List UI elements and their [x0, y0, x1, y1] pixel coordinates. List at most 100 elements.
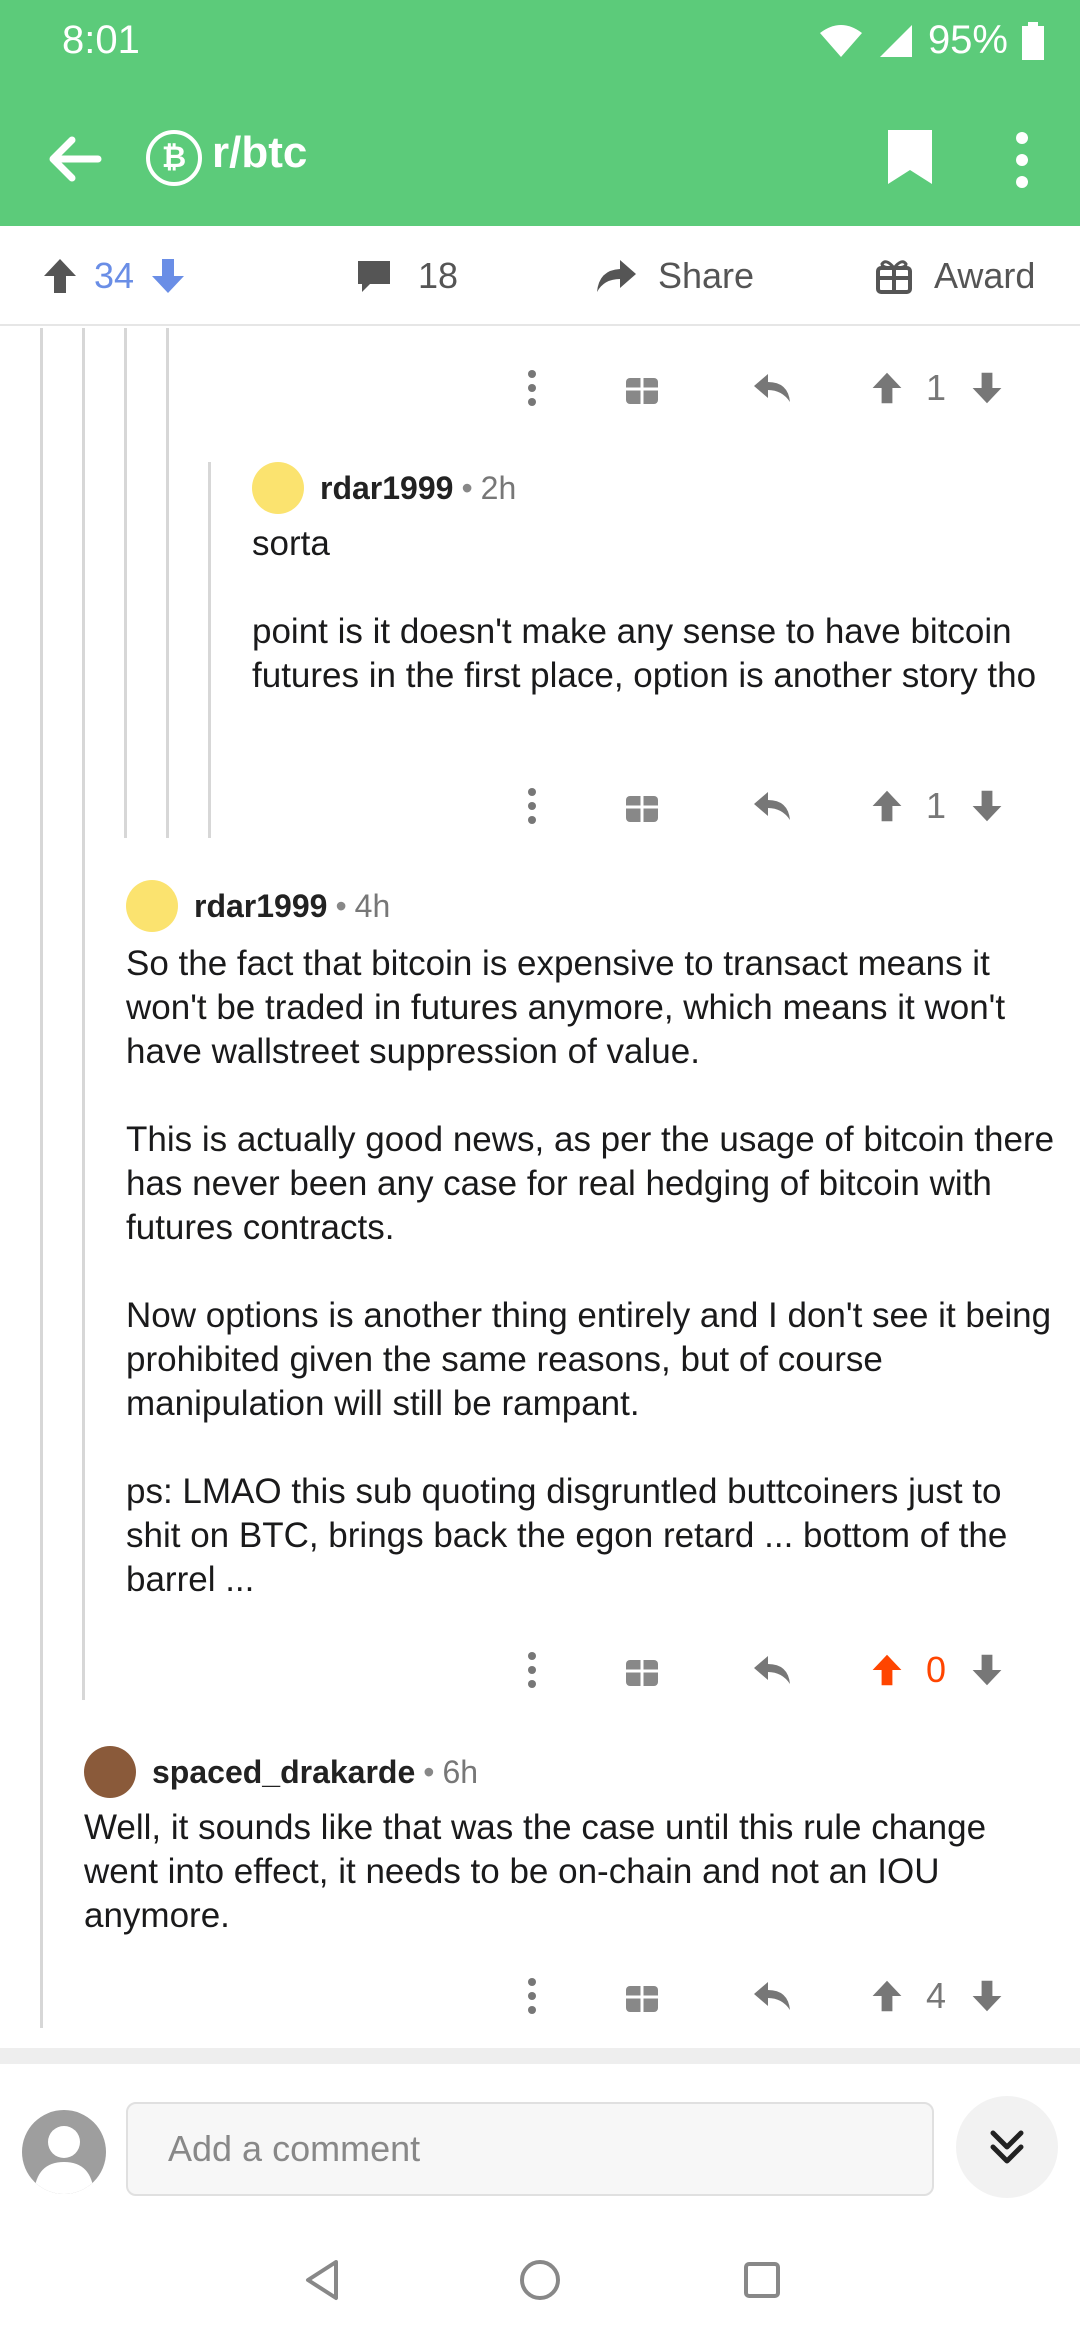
- bookmark-button[interactable]: [880, 122, 940, 192]
- comment-paragraph: ps: LMAO this sub quoting disgruntled bu…: [126, 1472, 1008, 1599]
- reply-icon: [754, 792, 790, 820]
- gift-icon: [626, 1660, 658, 1686]
- comment-reply-button[interactable]: [742, 776, 802, 836]
- user-avatar[interactable]: [22, 2110, 106, 2194]
- more-vertical-icon: [528, 788, 536, 824]
- nav-back-button[interactable]: [292, 2250, 352, 2310]
- separator-dot: •: [461, 469, 473, 506]
- thread-line[interactable]: [208, 462, 211, 838]
- comments-button[interactable]: 18: [354, 226, 458, 326]
- comment-header: rdar1999 • 2h: [252, 462, 516, 514]
- user-icon: [34, 2126, 94, 2194]
- reply-icon: [754, 1982, 790, 2010]
- comment-award-button[interactable]: [612, 1640, 672, 1700]
- comment-more-button[interactable]: [512, 776, 552, 836]
- comment-icon: [358, 261, 390, 292]
- share-button[interactable]: Share: [594, 226, 754, 326]
- gift-icon: [876, 260, 912, 294]
- comment-award-button[interactable]: [612, 358, 672, 418]
- comment-age: 4h: [354, 887, 391, 924]
- battery-icon: [1022, 21, 1044, 60]
- comment-upvote-button[interactable]: [862, 1966, 912, 2026]
- wifi-icon: [819, 24, 862, 57]
- post-action-bar: 34 18 Share Award: [0, 226, 1080, 326]
- upvote-icon: [872, 1654, 902, 1686]
- comment-paragraph: point is it doesn't make any sense to ha…: [252, 612, 1037, 695]
- gift-icon: [626, 378, 658, 404]
- downvote-icon: [972, 1654, 1002, 1686]
- upvote-icon[interactable]: [40, 256, 80, 296]
- status-time: 8:01: [62, 18, 140, 62]
- thread-line[interactable]: [82, 328, 85, 1700]
- comment-award-button[interactable]: [612, 776, 672, 836]
- comment-downvote-button[interactable]: [962, 776, 1012, 836]
- comment-reply-button[interactable]: [742, 358, 802, 418]
- comment-downvote-button[interactable]: [962, 358, 1012, 418]
- upvote-icon: [872, 790, 902, 822]
- thread-line[interactable]: [40, 328, 43, 2028]
- award-button[interactable]: Award: [874, 226, 1035, 326]
- comment-header: spaced_drakarde • 6h: [84, 1746, 478, 1798]
- comment-more-button[interactable]: [512, 1640, 552, 1700]
- comment-action-row: 1: [512, 358, 1032, 418]
- comment-award-button[interactable]: [612, 1966, 672, 2026]
- avatar[interactable]: [126, 880, 178, 932]
- section-divider: [0, 2048, 1080, 2064]
- bookmark-icon: [888, 130, 932, 184]
- comment-username[interactable]: rdar1999: [194, 888, 327, 925]
- app-bar: ₿ r/btc: [0, 110, 1080, 200]
- thread-line[interactable]: [166, 328, 169, 838]
- comment-score: 1: [925, 367, 947, 408]
- avatar[interactable]: [252, 462, 304, 514]
- status-icons: 95%: [818, 18, 1044, 63]
- gift-icon: [626, 796, 658, 822]
- reply-icon: [754, 1656, 790, 1684]
- comment-upvote-button[interactable]: [862, 358, 912, 418]
- downvote-icon[interactable]: [148, 256, 188, 296]
- subreddit-name[interactable]: r/btc: [212, 128, 307, 178]
- downvote-icon: [972, 790, 1002, 822]
- comment-downvote-button[interactable]: [962, 1640, 1012, 1700]
- arrow-left-icon: [49, 136, 102, 182]
- more-vertical-icon: [528, 1978, 536, 2014]
- comment-username[interactable]: spaced_drakarde: [152, 1754, 415, 1791]
- comment-paragraph: So the fact that bitcoin is expensive to…: [126, 944, 1006, 1071]
- comment-composer: Add a comment: [0, 2090, 1080, 2210]
- downvote-icon: [972, 372, 1002, 404]
- comment-reply-button[interactable]: [742, 1640, 802, 1700]
- back-button[interactable]: [40, 124, 110, 194]
- collapse-threads-button[interactable]: [956, 2096, 1058, 2198]
- comment-more-button[interactable]: [512, 1966, 552, 2026]
- comment-more-button[interactable]: [512, 358, 552, 418]
- subreddit-icon[interactable]: ₿: [146, 130, 202, 186]
- nav-home-icon: [520, 2260, 560, 2300]
- comment-reply-button[interactable]: [742, 1966, 802, 2026]
- comment-username[interactable]: rdar1999: [320, 470, 453, 507]
- comment-action-row: 4: [512, 1966, 1032, 2026]
- comment-paragraph: This is actually good news, as per the u…: [126, 1120, 1055, 1247]
- more-vertical-icon: [528, 370, 536, 406]
- upvote-icon: [872, 1980, 902, 2012]
- app-header: 8:01 95% ₿ r/btc: [0, 0, 1080, 226]
- add-comment-input[interactable]: Add a comment: [126, 2102, 934, 2196]
- share-label: Share: [658, 255, 755, 296]
- battery-percent: 95%: [927, 18, 1008, 62]
- comment-header: rdar1999 • 4h: [126, 880, 390, 932]
- comment-upvote-button[interactable]: [862, 1640, 912, 1700]
- gift-icon: [626, 1986, 658, 2012]
- post-score: 34: [94, 255, 135, 296]
- comment-body: Well, it sounds like that was the case u…: [84, 1806, 1054, 1938]
- avatar[interactable]: [84, 1746, 136, 1798]
- separator-dot: •: [423, 1753, 435, 1790]
- comment-score: 1: [925, 785, 947, 826]
- thread-line[interactable]: [124, 328, 127, 838]
- nav-recents-button[interactable]: [732, 2250, 792, 2310]
- comment-body: So the fact that bitcoin is expensive to…: [126, 942, 1064, 1602]
- comment-upvote-button[interactable]: [862, 776, 912, 836]
- post-vote-group: 34: [40, 226, 188, 326]
- comment-downvote-button[interactable]: [962, 1966, 1012, 2026]
- overflow-menu-button[interactable]: [1000, 120, 1044, 200]
- comment-score: 4: [925, 1975, 947, 2016]
- nav-home-button[interactable]: [510, 2250, 570, 2310]
- downvote-icon: [972, 1980, 1002, 2012]
